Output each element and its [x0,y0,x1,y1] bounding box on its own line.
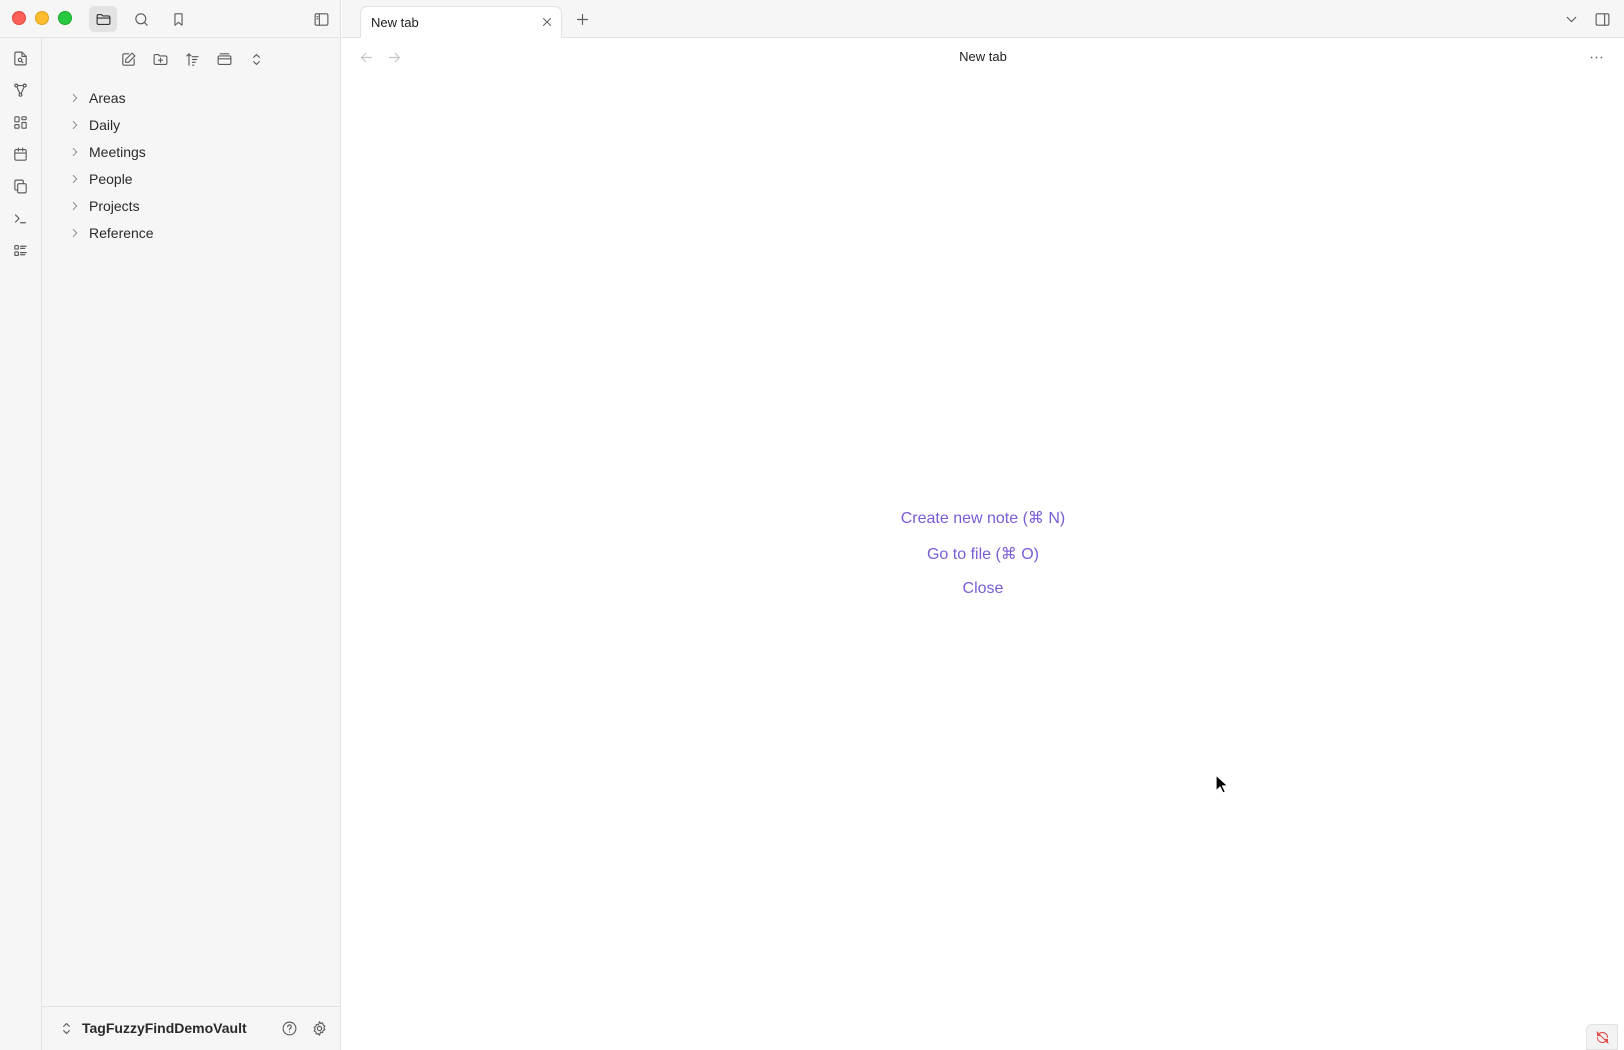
help-button[interactable] [275,1015,303,1041]
folder-item[interactable]: Daily [48,111,335,138]
more-horizontal-icon [1590,56,1602,58]
sidebar-left-icon [314,12,328,26]
create-new-note-link[interactable]: Create new note (⌘ N) [342,508,1624,528]
close-tab-link[interactable]: Close [342,580,1624,598]
terminal-icon [14,213,26,223]
chevron-right-icon [68,145,82,159]
sort-order-button[interactable] [178,46,206,72]
folder-label: Areas [89,89,126,106]
window-close-button[interactable] [12,11,26,25]
folder-item[interactable]: Areas [48,84,335,111]
sort-icon [185,52,199,66]
ribbon-templates-button[interactable] [6,172,34,200]
chevron-right-icon [68,226,82,240]
window-minimize-button[interactable] [35,11,49,25]
view-header: New tab [342,38,1624,76]
close-tab-button[interactable] [535,10,559,34]
toggle-right-sidebar-button[interactable] [1588,6,1616,32]
ribbon-quick-switcher-button[interactable] [6,44,34,72]
left-sidebar: Areas Daily Meetings People Projects Ref… [0,0,341,1050]
new-tab-button[interactable] [568,6,596,32]
list-icon [13,244,27,256]
folder-label: People [89,170,133,187]
search-tab-button[interactable] [127,6,155,32]
go-to-file-link[interactable]: Go to file (⌘ O) [342,544,1624,564]
vault-name[interactable]: TagFuzzyFindDemoVault [82,1020,247,1036]
folder-label: Reference [89,224,154,241]
folder-icon [96,13,110,25]
expand-collapse-all-button[interactable] [242,46,270,72]
new-note-icon [121,52,135,66]
bookmarks-tab-button[interactable] [164,6,192,32]
tab-list-button[interactable] [1557,6,1585,32]
window-zoom-button[interactable] [58,11,72,25]
close-icon [543,18,551,26]
files-tab-button[interactable] [89,6,117,32]
auto-reveal-button[interactable] [210,46,238,72]
more-options-button[interactable] [1582,44,1610,70]
tab-title: New tab [371,15,419,30]
ribbon-calendar-button[interactable] [6,140,34,168]
view-title: New tab [959,49,1007,64]
left-titlebar [0,0,341,38]
ribbon-canvas-button[interactable] [6,108,34,136]
folder-label: Daily [89,116,121,133]
folder-tree: Areas Daily Meetings People Projects Ref… [42,84,341,246]
canvas-icon [13,115,27,129]
expand-collapse-icon [252,53,260,65]
help-icon [282,1021,296,1035]
bookmark-icon [173,12,183,26]
chevron-right-icon [68,199,82,213]
new-folder-button[interactable] [146,46,174,72]
settings-button[interactable] [305,1015,333,1041]
tab-bar: New tab [342,0,1624,39]
new-note-button[interactable] [114,46,142,72]
vault-switch-button[interactable] [52,1015,80,1041]
chevron-down-icon [1566,16,1576,22]
toggle-left-sidebar-button[interactable] [307,6,335,32]
app-window: Areas Daily Meetings People Projects Ref… [0,0,1624,1050]
ribbon-outline-button[interactable] [6,236,34,264]
sync-status-button[interactable] [1586,1024,1618,1050]
folder-label: Projects [89,197,140,214]
folder-item[interactable]: Projects [48,192,335,219]
gear-icon [313,1020,325,1036]
ribbon-graph-button[interactable] [6,76,34,104]
chevron-up-down-icon [62,1022,70,1034]
calendar-icon [13,147,27,161]
ribbon [0,38,42,1050]
graph-icon [13,83,27,97]
tab-new-tab[interactable]: New tab [360,6,562,39]
file-explorer: Areas Daily Meetings People Projects Ref… [42,38,341,1006]
folder-item[interactable]: People [48,165,335,192]
new-folder-icon [153,53,167,65]
ribbon-command-palette-button[interactable] [6,204,34,232]
collapse-icon [217,52,231,65]
sidebar-right-icon [1595,12,1609,26]
mouse-cursor-icon [1215,774,1229,794]
chevron-right-icon [68,118,82,132]
chevron-right-icon [68,91,82,105]
copy-icon [13,179,27,193]
folder-item[interactable]: Reference [48,219,335,246]
sync-off-icon [1595,1030,1609,1044]
folder-item[interactable]: Meetings [48,138,335,165]
empty-state: Create new note (⌘ N) Go to file (⌘ O) C… [342,76,1624,1050]
vault-switcher: TagFuzzyFindDemoVault [42,1006,341,1050]
plus-icon [576,13,588,25]
folder-label: Meetings [89,143,146,160]
chevron-right-icon [68,172,82,186]
file-search-icon [13,51,27,65]
search-icon [134,12,148,26]
